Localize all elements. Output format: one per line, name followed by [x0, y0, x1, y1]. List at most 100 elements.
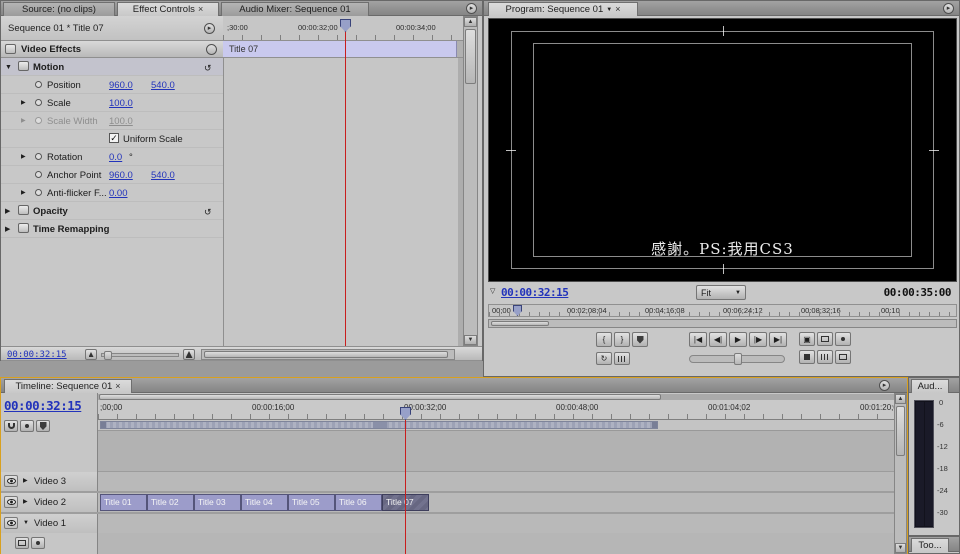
property-value[interactable]: 960.0 [109, 80, 133, 91]
multi-camera-button[interactable] [835, 332, 851, 346]
program-zoom-bar[interactable] [488, 319, 957, 328]
timeline-time-ruler[interactable]: ;00;00 00:00:16;00 00:00:32;00 00:00:48;… [98, 400, 894, 420]
play-button[interactable]: ▶ [729, 332, 747, 347]
property-value[interactable]: 100.0 [109, 98, 133, 109]
tab-audio-master[interactable]: Aud... [911, 379, 949, 393]
toggle-animation-icon[interactable] [35, 189, 42, 196]
effect-controls-hscrollbar[interactable] [201, 349, 455, 360]
reset-effect-icon[interactable]: ↺ [204, 64, 212, 73]
set-encore-chapter-button[interactable] [20, 420, 34, 432]
expand-triangle-icon[interactable]: ▶ [5, 208, 10, 215]
panel-menu-icon[interactable]: ▸ [466, 3, 477, 14]
safe-margins-button[interactable]: ▣ [799, 332, 815, 346]
timeline-clip[interactable]: Title 03 [194, 494, 241, 511]
toggle-track-output-button[interactable] [4, 475, 18, 487]
scroll-thumb[interactable] [204, 351, 448, 358]
extract-button[interactable] [817, 350, 833, 364]
scroll-thumb[interactable] [896, 406, 905, 456]
tab-tools[interactable]: Too... [911, 538, 949, 552]
work-area-bar[interactable] [100, 421, 658, 429]
collapse-panel-icon[interactable]: ▸ [204, 23, 215, 34]
effect-controls-vscrollbar[interactable]: ▲ ▼ [463, 16, 478, 346]
property-value[interactable]: 960.0 [109, 170, 133, 181]
expand-triangle-icon[interactable]: ▶ [21, 190, 26, 196]
property-value[interactable]: 0.00 [109, 188, 128, 199]
set-unnumbered-marker-button[interactable] [36, 420, 50, 432]
effect-row-time-remapping[interactable]: ▶ Time Remapping [1, 220, 223, 238]
go-to-in-button[interactable]: |◀ [689, 332, 707, 347]
toggle-animation-icon[interactable] [35, 81, 42, 88]
scroll-up-icon[interactable]: ▲ [895, 394, 906, 404]
effect-controls-timecode[interactable]: 00:00:32:15 [7, 350, 67, 360]
effect-row-motion[interactable]: ▼ Motion ↺ [1, 58, 223, 76]
scroll-down-icon[interactable]: ▼ [895, 543, 906, 553]
output-button[interactable] [817, 332, 833, 346]
scroll-down-icon[interactable]: ▼ [464, 335, 477, 345]
timeline-vscrollbar[interactable]: ▲ ▼ [894, 393, 907, 554]
scroll-up-icon[interactable]: ▲ [464, 17, 477, 27]
toggle-animation-icon[interactable] [35, 99, 42, 106]
mini-clip[interactable]: Title 07 [223, 41, 457, 57]
zoom-slider[interactable] [101, 353, 179, 357]
timeline-playhead-line[interactable] [405, 420, 406, 554]
work-area-start-handle[interactable] [101, 422, 106, 428]
work-area-end-handle[interactable] [652, 422, 657, 428]
step-forward-button[interactable]: |▶ [749, 332, 767, 347]
set-display-style-button[interactable] [15, 537, 29, 549]
toggle-effects-icon[interactable] [206, 44, 217, 55]
reset-effect-icon[interactable]: ↺ [204, 208, 212, 217]
effect-row-opacity[interactable]: ▶ Opacity ↺ [1, 202, 223, 220]
zoom-slider-thumb[interactable] [104, 351, 112, 360]
toggle-track-output-button[interactable] [4, 496, 18, 508]
track-content[interactable] [98, 472, 894, 491]
loop-button[interactable]: ↻ [596, 352, 612, 365]
expand-triangle-icon[interactable]: ▶ [21, 100, 26, 106]
work-area-center-grip[interactable] [373, 422, 387, 428]
toggle-animation-icon[interactable] [35, 171, 42, 178]
expand-track-icon[interactable]: ▶ [23, 478, 28, 484]
track-content[interactable]: Title 01 Title 02 Title 03 Title 04 Titl… [98, 493, 894, 512]
mini-playhead-line[interactable] [345, 32, 346, 346]
uniform-scale-checkbox[interactable]: ✓ [109, 133, 119, 143]
property-value[interactable]: 540.0 [151, 80, 175, 91]
timeline-current-timecode[interactable]: 00:00:32:15 [4, 398, 81, 413]
export-frame-button[interactable] [835, 350, 851, 364]
zoom-out-button[interactable] [85, 349, 97, 360]
tab-source[interactable]: Source: (no clips) [3, 2, 115, 16]
timeline-clip[interactable]: Title 01 [100, 494, 147, 511]
tab-effect-controls[interactable]: Effect Controls× [117, 2, 219, 16]
timeline-clip[interactable]: Title 02 [147, 494, 194, 511]
expand-track-icon[interactable]: ▶ [23, 499, 28, 505]
shuttle-thumb[interactable] [734, 353, 742, 365]
property-value[interactable]: 0.0 [109, 152, 122, 163]
snap-button[interactable] [4, 420, 18, 432]
close-icon[interactable]: × [115, 382, 120, 391]
collapse-track-icon[interactable]: ▼ [23, 520, 29, 526]
tab-audio-mixer[interactable]: Audio Mixer: Sequence 01 [221, 2, 369, 16]
program-time-ruler[interactable]: 00;00 00:02;08;04 00:04;16;08 00:06;24;1… [488, 304, 957, 317]
step-back-button[interactable]: ◀| [709, 332, 727, 347]
tab-timeline[interactable]: Timeline: Sequence 01 × [4, 379, 132, 393]
set-out-point-button[interactable]: } [614, 332, 630, 347]
timeline-clip[interactable]: Title 06 [335, 494, 382, 511]
timeline-clip[interactable]: Title 05 [288, 494, 335, 511]
chevron-down-icon[interactable]: ▼ [606, 7, 612, 13]
timeline-clip[interactable]: Title 04 [241, 494, 288, 511]
toggle-track-output-button[interactable] [4, 517, 18, 529]
zoom-in-button[interactable] [183, 349, 195, 360]
effect-mini-timeline[interactable] [223, 58, 463, 346]
fit-dropdown[interactable]: Fit ▼ [696, 285, 746, 300]
set-marker-button[interactable] [632, 332, 648, 347]
set-in-point-button[interactable]: { [596, 332, 612, 347]
show-keyframes-button[interactable] [31, 537, 45, 549]
expand-triangle-icon[interactable]: ▼ [5, 64, 12, 71]
track-content[interactable] [98, 514, 894, 533]
shuttle-slider[interactable] [689, 355, 785, 363]
go-to-out-button[interactable]: ▶| [769, 332, 787, 347]
scroll-thumb[interactable] [491, 321, 549, 326]
expand-triangle-icon[interactable]: ▶ [21, 118, 26, 124]
program-current-timecode[interactable]: 00:00:32:15 [501, 286, 568, 299]
panel-menu-icon[interactable]: ▸ [879, 380, 890, 391]
tab-program[interactable]: Program: Sequence 01 ▼ × [488, 2, 638, 16]
expand-triangle-icon[interactable]: ▶ [5, 226, 10, 233]
